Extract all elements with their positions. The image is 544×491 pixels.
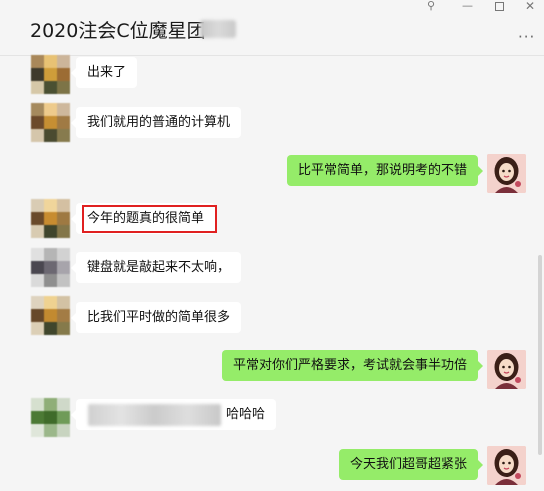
message-bubble-incoming[interactable]: 出来了: [70, 57, 138, 88]
pin-icon[interactable]: ⚲: [427, 0, 435, 12]
message-bubble-incoming[interactable]: 比我们平时做的简单很多: [70, 302, 242, 333]
chat-title: 2020注会C位魔星团: [30, 20, 206, 42]
avatar[interactable]: [31, 55, 70, 94]
blurred-member-count: [200, 20, 236, 38]
close-icon[interactable]: ✕: [525, 0, 535, 12]
message-bubble-outgoing[interactable]: 今天我们超哥超紧张: [338, 449, 484, 480]
avatar[interactable]: [31, 296, 70, 335]
message-bubble-incoming[interactable]: 键盘就是敲起来不太响，: [70, 252, 242, 283]
blurred-text: [88, 404, 221, 426]
title-bar: 2020注会C位魔星团 ⚲ — ✕ ···: [0, 0, 544, 56]
maximize-icon[interactable]: [495, 2, 504, 11]
more-options-icon[interactable]: ···: [518, 28, 535, 46]
highlight-box: [82, 205, 217, 233]
message-bubble-incoming[interactable]: 我们就用的普通的计算机: [70, 107, 242, 138]
avatar-self[interactable]: [487, 446, 526, 485]
avatar[interactable]: [31, 398, 70, 437]
avatar[interactable]: [31, 248, 70, 287]
minimize-icon[interactable]: —: [462, 0, 473, 12]
message-bubble-outgoing[interactable]: 平常对你们严格要求，考试就会事半功倍: [221, 350, 484, 381]
scrollbar-thumb[interactable]: [538, 255, 542, 455]
avatar[interactable]: [31, 103, 70, 142]
message-text: 哈哈哈: [225, 407, 265, 422]
avatar-self[interactable]: [487, 350, 526, 389]
avatar-self[interactable]: [487, 154, 526, 193]
avatar[interactable]: [31, 199, 70, 238]
message-bubble-outgoing[interactable]: 比平常简单，那说明考的不错: [286, 155, 484, 186]
